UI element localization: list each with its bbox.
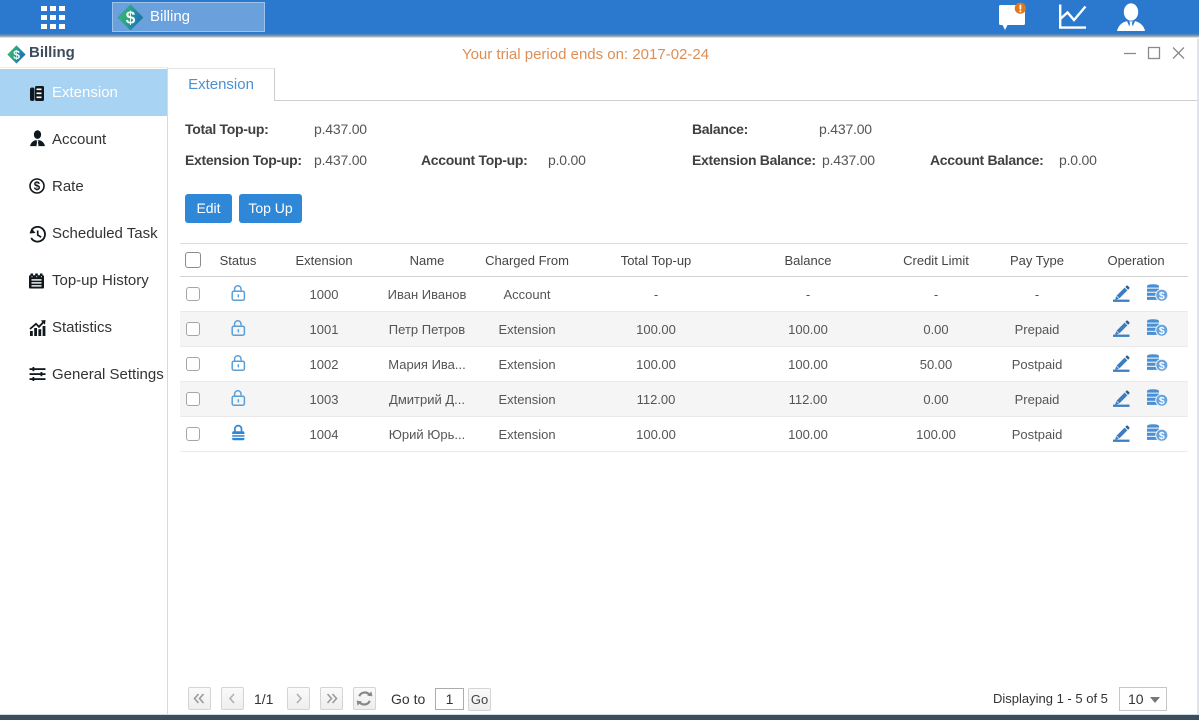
svg-text:$: $ <box>1159 430 1165 442</box>
svg-text:$: $ <box>34 181 41 193</box>
svg-text:$: $ <box>1159 325 1165 337</box>
svg-text:$: $ <box>1159 360 1165 372</box>
svg-text:$: $ <box>1159 395 1165 407</box>
svg-text:$: $ <box>126 8 136 28</box>
svg-text:$: $ <box>1159 290 1165 302</box>
